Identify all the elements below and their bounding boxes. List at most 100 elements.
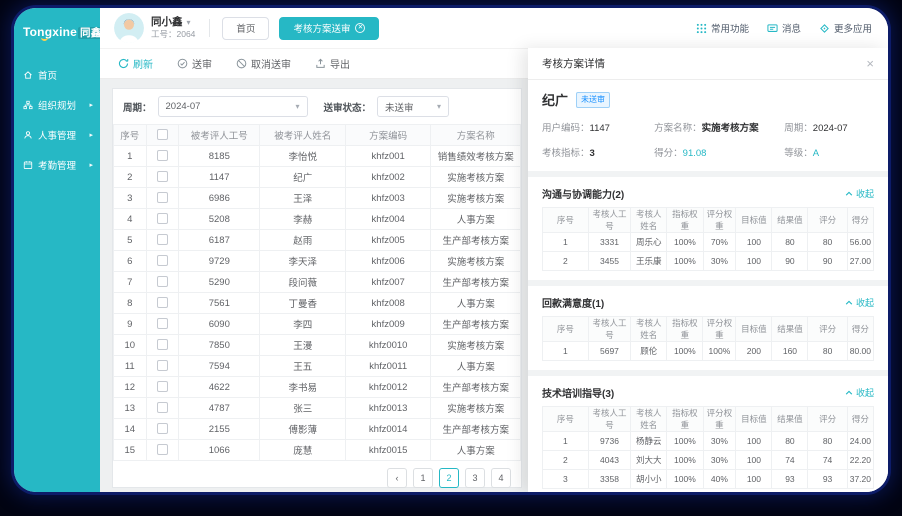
info-period: 周期：2024-07 <box>784 120 874 134</box>
ban-circle-icon <box>236 58 247 69</box>
page-button[interactable]: 4 <box>491 468 511 488</box>
sidebar: Tongxine同鑫 首页 组织规划 ▸ 人事管理 ▸ 考勤管理 <box>14 8 100 492</box>
refresh-button[interactable]: 刷新 <box>118 56 153 71</box>
info-user-code: 用户编码：1147 <box>542 120 654 134</box>
table-row[interactable]: 7 5290 段问薇 khfz007 生产部考核方案 <box>114 272 521 293</box>
section-row: 23455王乐康 100%30%100 909027.00 <box>543 252 874 271</box>
period-label: 周期： <box>123 100 152 114</box>
cancel-submit-button[interactable]: 取消送审 <box>236 56 291 71</box>
row-checkbox[interactable] <box>157 318 168 329</box>
table-row[interactable]: 10 7850 王漫 khfz0010 实施考核方案 <box>114 335 521 356</box>
table-row[interactable]: 5 6187 赵雨 khfz005 生产部考核方案 <box>114 230 521 251</box>
table-row[interactable]: 14 2155 傅影薄 khfz0014 生产部考核方案 <box>114 419 521 440</box>
more-apps-button[interactable]: 更多应用 <box>819 21 872 35</box>
main-column: 同小鑫 ▾ 工号：2064 首页 考核方案送审 ✕ 常用功能 消息 <box>100 8 888 492</box>
person-icon <box>23 130 33 140</box>
section-row: 15697顾伦 100%100%200 1608080.00 <box>543 342 874 361</box>
info-score: 得分：91.08 <box>654 145 784 159</box>
sidebar-item-hr[interactable]: 人事管理 ▸ <box>14 120 100 150</box>
row-checkbox[interactable] <box>157 192 168 203</box>
row-checkbox[interactable] <box>157 360 168 371</box>
sidebar-item-label: 人事管理 <box>38 128 76 142</box>
section-row: 24043刘大大 100%30%100 747422.20 <box>543 451 874 470</box>
user-employee-id: 工号：2064 <box>151 29 195 40</box>
row-checkbox[interactable] <box>157 171 168 182</box>
home-icon <box>23 70 33 80</box>
row-checkbox[interactable] <box>157 402 168 413</box>
row-checkbox[interactable] <box>157 255 168 266</box>
avatar-illustration <box>114 13 144 43</box>
indicator-sections: 沟通与协调能力(2) 收起 序号考核人工号考核人姓名指标权重评分权重目标值结果值… <box>528 171 888 492</box>
table-row[interactable]: 6 9729 李天泽 khfz006 实施考核方案 <box>114 251 521 272</box>
diamond-icon <box>819 23 830 34</box>
sidebar-item-label: 考勤管理 <box>38 158 76 172</box>
status-badge: 未送审 <box>576 92 610 108</box>
filter-bar: 周期： 2024-07 ▾ 送审状态： 未送审 ▾ <box>113 89 521 124</box>
table-row[interactable]: 15 1066 庞慧 khfz0015 人事方案 <box>114 440 521 461</box>
grid-icon <box>696 23 707 34</box>
page-button[interactable]: 1 <box>413 468 433 488</box>
page-button[interactable]: 3 <box>465 468 485 488</box>
quick-functions-button[interactable]: 常用功能 <box>696 21 749 35</box>
chevron-up-icon <box>845 190 853 198</box>
messages-button[interactable]: 消息 <box>767 21 801 35</box>
section-row: 13331周乐心 100%70%100 808056.00 <box>543 233 874 252</box>
tab-plan-submission[interactable]: 考核方案送审 ✕ <box>279 17 379 40</box>
row-checkbox[interactable] <box>157 339 168 350</box>
row-checkbox[interactable] <box>157 297 168 308</box>
app-logo: Tongxine同鑫 <box>14 8 100 54</box>
chevron-up-icon <box>845 389 853 397</box>
tab-home[interactable]: 首页 <box>222 17 269 40</box>
caret-down-icon: ▾ <box>296 102 300 111</box>
user-block[interactable]: 同小鑫 ▾ 工号：2064 <box>151 16 195 40</box>
check-circle-icon <box>177 58 188 69</box>
table-row[interactable]: 8 7561 丁曼香 khfz008 人事方案 <box>114 293 521 314</box>
table-row[interactable]: 9 6090 李四 khfz009 生产部考核方案 <box>114 314 521 335</box>
table-row[interactable]: 13 4787 张三 khfz0013 实施考核方案 <box>114 398 521 419</box>
collapse-link[interactable]: 收起 <box>845 296 874 309</box>
sidebar-item-attendance[interactable]: 考勤管理 ▸ <box>14 150 100 180</box>
app-window: Tongxine同鑫 首页 组织规划 ▸ 人事管理 ▸ 考勤管理 <box>14 8 888 492</box>
caret-down-icon: ▾ <box>437 102 441 111</box>
topbar: 同小鑫 ▾ 工号：2064 首页 考核方案送审 ✕ 常用功能 消息 <box>100 8 888 48</box>
row-checkbox[interactable] <box>157 444 168 455</box>
collapse-link[interactable]: 收起 <box>845 187 874 200</box>
person-name: 纪广 <box>542 90 568 109</box>
row-checkbox[interactable] <box>157 213 168 224</box>
collapse-link[interactable]: 收起 <box>845 386 874 399</box>
table-row[interactable]: 2 1147 纪广 khfz002 实施考核方案 <box>114 167 521 188</box>
row-checkbox[interactable] <box>157 423 168 434</box>
submit-review-button[interactable]: 送审 <box>177 56 212 71</box>
period-select[interactable]: 2024-07 ▾ <box>158 96 308 117</box>
sidebar-menu: 首页 组织规划 ▸ 人事管理 ▸ 考勤管理 ▸ <box>14 60 100 180</box>
calendar-icon <box>23 160 33 170</box>
table-row[interactable]: 4 5208 李赫 khfz004 人事方案 <box>114 209 521 230</box>
tab-close-icon[interactable]: ✕ <box>355 23 365 33</box>
user-avatar[interactable] <box>114 13 144 43</box>
row-checkbox[interactable] <box>157 381 168 392</box>
section-communication: 沟通与协调能力(2) 收起 序号考核人工号考核人姓名指标权重评分权重目标值结果值… <box>528 177 888 280</box>
table-row[interactable]: 1 8185 李怡悦 khfz001 销售绩效考核方案 <box>114 146 521 167</box>
status-select[interactable]: 未送审 ▾ <box>377 96 449 117</box>
table-row[interactable]: 3 6986 王泽 khfz003 实施考核方案 <box>114 188 521 209</box>
prev-page-button[interactable]: ‹ <box>387 468 407 488</box>
table-row[interactable]: 11 7594 王五 khfz0011 人事方案 <box>114 356 521 377</box>
status-label: 送审状态： <box>324 100 372 114</box>
sidebar-item-home[interactable]: 首页 <box>14 60 100 90</box>
sidebar-item-org-planning[interactable]: 组织规划 ▸ <box>14 90 100 120</box>
section-table: 序号考核人工号考核人姓名指标权重评分权重目标值结果值评分得分 19736杨静云 … <box>542 406 874 489</box>
export-button[interactable]: 导出 <box>315 56 350 71</box>
row-checkbox[interactable] <box>157 234 168 245</box>
caret-down-icon: ▾ <box>187 18 191 28</box>
row-checkbox[interactable] <box>157 276 168 287</box>
page-button[interactable]: 2 <box>439 468 459 488</box>
section-payment-satisfaction: 回款满意度(1) 收起 序号考核人工号考核人姓名指标权重评分权重目标值结果值评分… <box>528 286 888 370</box>
info-indicator-count: 考核指标：3 <box>542 145 654 159</box>
refresh-icon <box>118 58 129 69</box>
row-checkbox[interactable] <box>157 150 168 161</box>
close-icon[interactable]: × <box>866 57 874 70</box>
section-table: 序号考核人工号考核人姓名指标权重评分权重目标值结果值评分得分 15697顾伦 1… <box>542 316 874 361</box>
select-all-checkbox[interactable] <box>157 129 168 140</box>
section-title: 回款满意度(1) <box>542 295 604 310</box>
table-row[interactable]: 12 4622 李书易 khfz0012 生产部考核方案 <box>114 377 521 398</box>
